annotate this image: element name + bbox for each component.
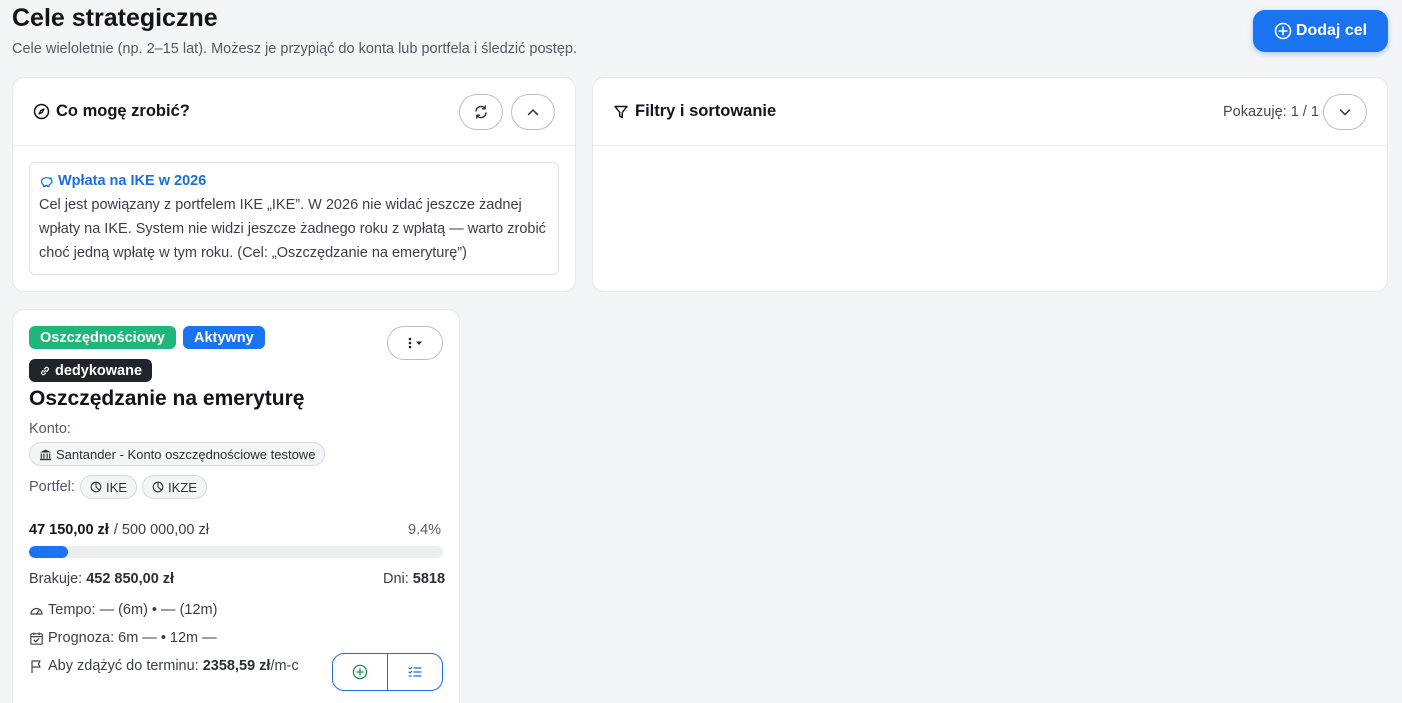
- current-amount: 47 150,00 zł: [29, 522, 109, 538]
- days-label: Dni:: [383, 571, 409, 587]
- compass-icon: [33, 103, 50, 120]
- refresh-button[interactable]: [459, 94, 503, 130]
- page-title: Cele strategiczne: [12, 4, 218, 32]
- account-label: Konto:: [29, 421, 71, 437]
- portfolio-label: Portfel:: [29, 479, 75, 495]
- goal-actions: [332, 653, 443, 691]
- portfolio-chip-ikze[interactable]: IKZE: [142, 475, 207, 499]
- dedicated-badge-label: dedykowane: [55, 362, 143, 379]
- forecast-row: Prognoza: 6m — • 12m —: [29, 630, 217, 646]
- tips-panel: Co mogę zrobić? Wpłata na IKE w 2026 Cel…: [12, 77, 576, 292]
- bank-icon: [39, 448, 52, 461]
- portfolio-name: IKE: [106, 479, 127, 495]
- flag-icon: [29, 659, 44, 674]
- forecast-text: Prognoza: 6m — • 12m —: [48, 630, 217, 646]
- deadline-value: 2358,59 zł: [202, 658, 271, 674]
- account-name: Santander - Konto oszczędnościowe testow…: [56, 446, 316, 462]
- portfolio-chip-ike[interactable]: IKE: [80, 475, 137, 499]
- missing-value: 452 850,00 zł: [86, 571, 175, 587]
- collapse-button[interactable]: [511, 94, 555, 130]
- contributions-list-button[interactable]: [388, 654, 442, 690]
- filter-icon: [613, 104, 629, 120]
- calendar-check-icon: [29, 631, 44, 646]
- page-subtitle: Cele wieloletnie (np. 2–15 lat). Możesz …: [12, 41, 577, 57]
- plus-circle-icon: [352, 664, 368, 680]
- list-check-icon: [407, 664, 423, 680]
- deadline-label: Aby zdążyć do terminu:: [48, 658, 199, 674]
- dedicated-badge: dedykowane: [29, 359, 153, 382]
- more-vertical-icon: [404, 336, 426, 350]
- tip-title-row[interactable]: Wpłata na IKE w 2026: [39, 173, 549, 189]
- goal-status-badge: Aktywny: [183, 326, 265, 349]
- days-value: 5818: [412, 571, 446, 587]
- goal-title: Oszczędzanie na emeryturę: [29, 387, 305, 410]
- progress-percent: 9.4%: [408, 522, 442, 538]
- pace-text: Tempo: — (6m) • — (12m): [48, 602, 218, 618]
- gauge-icon: [29, 603, 44, 618]
- add-goal-button[interactable]: Dodaj cel: [1253, 10, 1388, 52]
- goal-menu-button[interactable]: [387, 326, 443, 360]
- target-amount: / 500 000,00 zł: [113, 522, 209, 538]
- plus-circle-icon: [1274, 22, 1292, 40]
- missing-label: Brakuje:: [29, 571, 83, 587]
- tip-text: Cel jest powiązany z portfelem IKE „IKE”…: [39, 197, 546, 261]
- chevron-up-icon: [526, 105, 540, 119]
- refresh-icon: [473, 104, 489, 120]
- pie-chart-icon: [152, 481, 164, 493]
- tip-title: Wpłata na IKE w 2026: [58, 173, 207, 189]
- tip-card: Wpłata na IKE w 2026 Cel jest powiązany …: [29, 162, 559, 275]
- goal-type-badge: Oszczędnościowy: [29, 326, 176, 349]
- expand-filters-button[interactable]: [1323, 94, 1367, 130]
- filters-panel-title: Filtry i sortowanie: [635, 102, 777, 120]
- goal-card: Oszczędnościowy Aktywny dedykowane Oszcz…: [12, 309, 460, 703]
- pie-chart-icon: [90, 481, 102, 493]
- pace-row: Tempo: — (6m) • — (12m): [29, 602, 217, 618]
- add-goal-label: Dodaj cel: [1295, 22, 1368, 39]
- deadline-row: Aby zdążyć do terminu: 2358,59 zł/m-c: [29, 658, 299, 674]
- progress-bar: [29, 546, 443, 558]
- account-chip[interactable]: Santander - Konto oszczędnościowe testow…: [29, 442, 326, 466]
- progress-fill: [29, 546, 68, 558]
- tips-panel-title: Co mogę zrobić?: [56, 102, 190, 120]
- missing-row: Brakuje: 452 850,00 zł: [29, 571, 174, 587]
- days-row: Dni: 5818: [383, 571, 445, 587]
- chevron-down-icon: [1338, 105, 1352, 119]
- piggy-bank-icon: [39, 174, 54, 189]
- link-icon: [39, 365, 51, 377]
- portfolio-name: IKZE: [168, 479, 197, 495]
- add-contribution-button[interactable]: [333, 654, 388, 690]
- filters-panel: Filtry i sortowanie Pokazuję: 1 / 1: [592, 77, 1388, 292]
- deadline-unit: /m-c: [270, 658, 299, 674]
- amount-row: 47 150,00 zł / 500 000,00 zł: [29, 522, 209, 538]
- results-count: Pokazuję: 1 / 1: [1223, 104, 1319, 120]
